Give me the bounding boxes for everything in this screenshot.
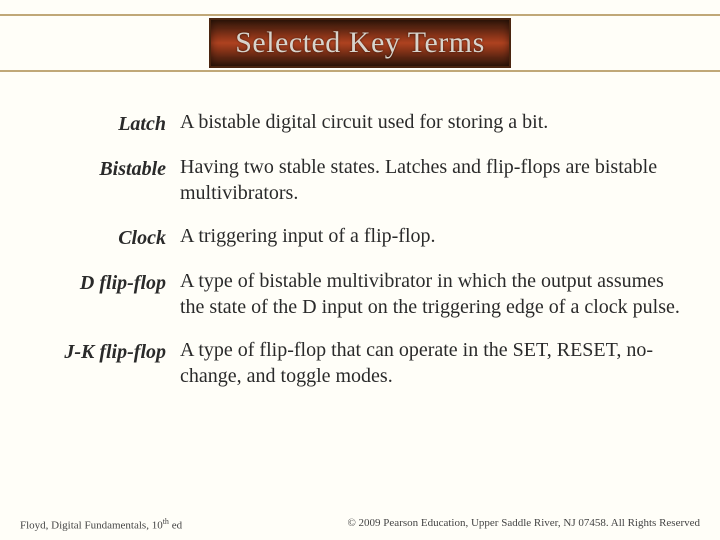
term-definition: A type of flip-flop that can operate in … (180, 338, 680, 389)
term-label: D flip-flop (0, 269, 180, 296)
term-label: Clock (0, 224, 180, 251)
title-plate: Selected Key Terms (209, 18, 511, 68)
terms-content: Latch A bistable digital circuit used fo… (0, 110, 720, 408)
term-definition: Having two stable states. Latches and fl… (180, 155, 680, 206)
term-row: D flip-flop A type of bistable multivibr… (0, 269, 680, 320)
footer-left: Floyd, Digital Fundamentals, 10th ed (20, 517, 182, 532)
footer-left-prefix: Floyd, Digital Fundamentals, 10 (20, 520, 163, 532)
term-row: J-K flip-flop A type of flip-flop that c… (0, 338, 680, 389)
term-row: Clock A triggering input of a flip-flop. (0, 224, 680, 251)
header-band: Selected Key Terms (0, 14, 720, 72)
footer: Floyd, Digital Fundamentals, 10th ed © 2… (0, 517, 720, 532)
term-row: Bistable Having two stable states. Latch… (0, 155, 680, 206)
term-definition: A bistable digital circuit used for stor… (180, 110, 680, 136)
slide-title: Selected Key Terms (235, 26, 485, 60)
footer-right: © 2009 Pearson Education, Upper Saddle R… (347, 517, 700, 532)
term-definition: A type of bistable multivibrator in whic… (180, 269, 680, 320)
term-label: Bistable (0, 155, 180, 182)
term-row: Latch A bistable digital circuit used fo… (0, 110, 680, 137)
footer-left-suffix: ed (169, 520, 182, 532)
term-label: J-K flip-flop (0, 338, 180, 365)
term-label: Latch (0, 110, 180, 137)
term-definition: A triggering input of a flip-flop. (180, 224, 680, 250)
